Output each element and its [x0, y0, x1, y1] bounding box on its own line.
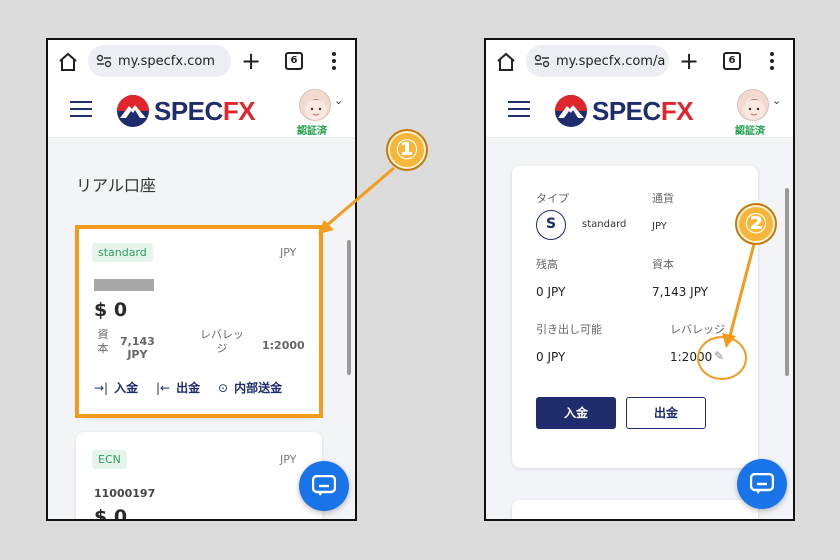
home-icon[interactable] — [496, 52, 516, 72]
brand-fx: FX — [660, 95, 694, 126]
page-title: リアル口座 — [76, 176, 156, 195]
brand-fx: FX — [222, 95, 256, 126]
phone-screen-right: my.specfx.com/a + 6 SPEC FX ⌄ 認証済 タイプ S s… — [484, 38, 795, 521]
callout-badge-2: ② — [735, 203, 777, 245]
more-vert-icon[interactable] — [331, 52, 337, 72]
balance-value: 0 JPY — [536, 285, 566, 299]
type-value: standard — [582, 219, 627, 230]
withdrawable-label: 引き出し可能 — [536, 323, 602, 336]
withdrawable-value: 0 JPY — [536, 350, 566, 364]
scrollbar[interactable] — [785, 188, 789, 376]
account-number: 11000197 — [94, 487, 156, 500]
specfx-logo[interactable]: SPEC FX — [554, 92, 694, 130]
highlight-ellipse-leverage-edit — [697, 336, 747, 380]
more-vert-icon[interactable] — [769, 52, 775, 72]
chat-icon — [750, 473, 774, 494]
browser-toolbar: my.specfx.com/a + 6 — [486, 40, 793, 84]
deposit-button[interactable]: 入金 — [536, 397, 616, 429]
account-type-icon: S — [536, 210, 566, 240]
tab-count-icon[interactable]: 6 — [285, 52, 303, 70]
chat-button[interactable] — [737, 459, 787, 509]
address-bar[interactable]: my.specfx.com — [88, 45, 231, 77]
new-tab-icon[interactable]: + — [679, 49, 699, 73]
brand-spec: SPEC — [154, 95, 223, 126]
avatar[interactable] — [737, 89, 769, 121]
tab-count-icon[interactable]: 6 — [723, 52, 741, 70]
withdraw-button[interactable]: 出金 — [626, 397, 706, 429]
mount-fuji-logo-icon — [117, 95, 149, 127]
currency-value: JPY — [652, 221, 667, 232]
chat-icon — [312, 475, 336, 496]
highlight-box-standard-card — [75, 225, 323, 418]
verified-status: 認証済 — [735, 126, 765, 137]
specfx-logo[interactable]: SPEC FX — [116, 92, 256, 130]
mount-fuji-logo-icon — [555, 95, 587, 127]
new-tab-icon[interactable]: + — [241, 49, 261, 73]
account-type-badge: ECN — [92, 450, 127, 469]
app-header: SPEC FX ⌄ 認証済 — [48, 84, 355, 138]
home-icon[interactable] — [58, 52, 78, 72]
currency-label: 通貨 — [652, 192, 674, 205]
url-text: my.specfx.com/a — [556, 53, 666, 69]
chevron-down-icon[interactable]: ⌄ — [334, 94, 343, 107]
address-bar[interactable]: my.specfx.com/a — [526, 45, 669, 77]
account-card-ecn[interactable]: ECN JPY 11000197 $ 0 — [76, 432, 322, 521]
leverage-label: レバレッジ — [670, 323, 725, 336]
hamburger-menu-icon[interactable] — [508, 101, 530, 117]
account-currency: JPY — [280, 453, 297, 466]
capital-label: 資本 — [652, 258, 674, 271]
verified-status: 認証済 — [297, 126, 327, 137]
account-detail-card: タイプ S standard 通貨 JPY 残高 0 JPY 資本 7,143 … — [512, 166, 758, 468]
account-balance: $ 0 — [94, 506, 128, 521]
hamburger-menu-icon[interactable] — [70, 101, 92, 117]
balance-label: 残高 — [536, 258, 558, 271]
chevron-down-icon[interactable]: ⌄ — [772, 94, 781, 107]
next-account-card[interactable] — [512, 500, 758, 519]
avatar[interactable] — [299, 89, 331, 121]
type-label: タイプ — [536, 192, 569, 205]
scrollbar[interactable] — [347, 240, 351, 375]
browser-toolbar: my.specfx.com + 6 — [48, 40, 355, 84]
brand-spec: SPEC — [592, 95, 661, 126]
chat-button[interactable] — [299, 461, 349, 511]
site-settings-icon[interactable] — [534, 54, 550, 68]
site-settings-icon[interactable] — [96, 54, 112, 68]
callout-badge-1: ① — [386, 129, 428, 171]
app-header: SPEC FX ⌄ 認証済 — [486, 84, 793, 138]
url-text: my.specfx.com — [118, 53, 215, 69]
capital-value: 7,143 JPY — [652, 285, 709, 299]
